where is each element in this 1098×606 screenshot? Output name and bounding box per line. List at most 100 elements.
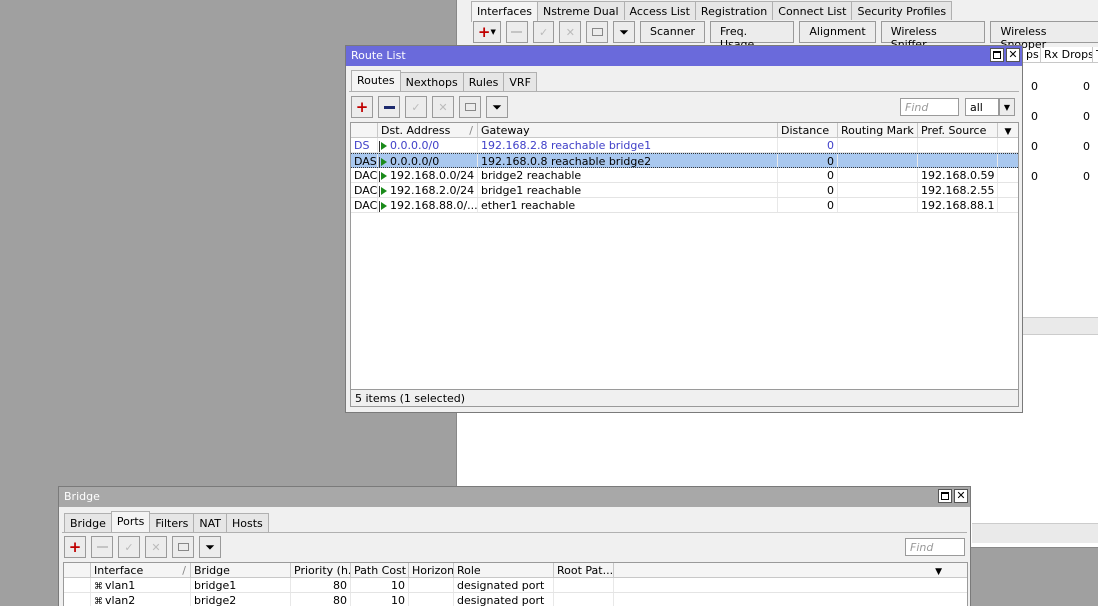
tab-security-profiles[interactable]: Security Profiles [851, 1, 953, 20]
disable-button[interactable]: ✕ [559, 21, 582, 43]
maximize-button[interactable] [990, 48, 1004, 62]
alignment-button[interactable]: Alignment [799, 21, 876, 43]
disable-button[interactable]: ✕ [432, 96, 454, 118]
maximize-button[interactable] [938, 489, 952, 503]
status-bar: 5 items (1 selected) [350, 389, 1019, 407]
table-header: Interface / Bridge Priority (h... Path Co… [64, 563, 967, 578]
col-flags[interactable] [64, 563, 91, 577]
wireless-snooper-button[interactable]: Wireless Snooper [990, 21, 1098, 51]
col-path-cost[interactable]: Path Cost [351, 563, 409, 577]
table-row-selected[interactable]: DAS 0.0.0.0/0 192.168.0.8 reachable brid… [351, 153, 1018, 168]
tab-interfaces[interactable]: Interfaces [471, 1, 538, 22]
tab-access-list[interactable]: Access List [623, 1, 696, 20]
add-dropdown-button[interactable]: + ▼ [473, 21, 501, 43]
filter-button[interactable]: ⏷ [613, 21, 636, 43]
col-routing-mark[interactable]: Routing Mark [838, 123, 918, 137]
table-row[interactable]: DAC 192.168.2.0/24 bridge1 reachable 0 1… [351, 183, 1018, 198]
cell-priority: 80 [291, 593, 351, 606]
route-list-window: Route List ✕ Routes Nexthops Rules VRF +… [345, 45, 1023, 413]
tab-connect-list[interactable]: Connect List [772, 1, 853, 20]
col-pref-source[interactable]: Pref. Source [918, 123, 998, 137]
find-input[interactable]: Find [905, 538, 965, 556]
dst-text: 192.168.0.0/24 [390, 169, 475, 182]
tab-hosts[interactable]: Hosts [226, 513, 269, 532]
scanner-button[interactable]: Scanner [640, 21, 706, 43]
close-button[interactable]: ✕ [954, 489, 968, 503]
comment-button[interactable] [586, 21, 609, 43]
cell-interface: ⌘ vlan1 [91, 578, 191, 592]
col-role[interactable]: Role [454, 563, 554, 577]
table-row[interactable]: DS 0.0.0.0/0 192.168.2.8 reachable bridg… [351, 138, 1018, 153]
cell-flags: DAC [351, 168, 378, 182]
col-t[interactable]: T [1093, 47, 1098, 62]
tab-bridge[interactable]: Bridge [64, 513, 112, 532]
comment-button[interactable] [172, 536, 194, 558]
col-rx-drops[interactable]: Rx Drops [1041, 47, 1093, 62]
tab-ports[interactable]: Ports [110, 511, 151, 532]
tab-routes[interactable]: Routes [351, 70, 401, 91]
col-priority[interactable]: Priority (h... [291, 563, 351, 577]
cell-dst: 192.168.2.0/24 [378, 183, 478, 197]
interfaces-row[interactable]: 00 [1023, 79, 1093, 94]
cell-gateway: 192.168.2.8 reachable bridge1 [478, 138, 778, 152]
col-bridge[interactable]: Bridge [191, 563, 291, 577]
comment-icon [464, 103, 476, 111]
wireless-sniffer-button[interactable]: Wireless Sniffer [880, 21, 986, 51]
table-row[interactable]: DAC 192.168.0.0/24 bridge2 reachable 0 1… [351, 168, 1018, 183]
col-distance[interactable]: Distance [778, 123, 838, 137]
interfaces-scrollbar[interactable] [1023, 317, 1098, 335]
enable-button[interactable]: ✓ [405, 96, 427, 118]
filter-select-dropdown[interactable]: ▼ [999, 98, 1015, 116]
cell-path-cost: 10 [351, 578, 409, 592]
table-row[interactable]: ⌘ vlan1 bridge1 80 10 designated port [64, 578, 967, 593]
tab-nexthops[interactable]: Nexthops [399, 72, 464, 91]
cell-flags [64, 593, 91, 606]
add-button[interactable]: + [351, 96, 373, 118]
columns-menu-button[interactable]: ▼ [998, 123, 1018, 137]
table-header: Dst. Address / Gateway Distance Routing M… [351, 123, 1018, 138]
col-flags[interactable] [351, 123, 378, 137]
col-dst-address[interactable]: Dst. Address / [378, 123, 478, 137]
route-list-titlebar[interactable]: Route List ✕ [346, 46, 1022, 66]
filter-select[interactable]: all [965, 98, 999, 116]
remove-button[interactable] [505, 21, 528, 43]
col-root-path-cost[interactable]: Root Pat... [554, 563, 614, 577]
freq-usage-button[interactable]: Freq. Usage [710, 21, 795, 51]
remove-button[interactable] [378, 96, 400, 118]
cell-distance: 0 [778, 198, 838, 212]
comment-button[interactable] [459, 96, 481, 118]
remove-button[interactable] [91, 536, 113, 558]
find-input[interactable]: Find [900, 98, 959, 116]
enable-button[interactable]: ✓ [532, 21, 555, 43]
col-interface[interactable]: Interface / [91, 563, 191, 577]
tab-rules[interactable]: Rules [462, 72, 505, 91]
cell-mark [838, 198, 918, 212]
bridge-titlebar[interactable]: Bridge ✕ [59, 487, 970, 507]
tab-vrf[interactable]: VRF [503, 72, 537, 91]
add-button[interactable]: + [64, 536, 86, 558]
interfaces-row[interactable]: 00 [1023, 139, 1093, 154]
col-gateway[interactable]: Gateway [478, 123, 778, 137]
tab-nstreme-dual[interactable]: Nstreme Dual [536, 1, 625, 20]
cell-dst: 192.168.0.0/24 [378, 168, 478, 182]
col-tx-drops[interactable]: ps [1023, 47, 1041, 62]
tab-registration[interactable]: Registration [694, 1, 774, 20]
filter-button[interactable]: ⏷ [199, 536, 221, 558]
close-button[interactable]: ✕ [1006, 48, 1020, 62]
maximize-icon [941, 492, 949, 500]
interfaces-row[interactable]: 00 [1023, 169, 1093, 184]
dst-text: 192.168.2.0/24 [390, 184, 475, 197]
filter-button[interactable]: ⏷ [486, 96, 508, 118]
table-row[interactable]: ⌘ vlan2 bridge2 80 10 designated port [64, 593, 967, 606]
col-horizon[interactable]: Horizon [409, 563, 454, 577]
table-row[interactable]: DAC 192.168.88.0/... ether1 reachable 0 … [351, 198, 1018, 213]
routes-table: Dst. Address / Gateway Distance Routing M… [350, 122, 1019, 390]
tab-filters[interactable]: Filters [149, 513, 195, 532]
tab-nat[interactable]: NAT [193, 513, 228, 532]
enable-button[interactable]: ✓ [118, 536, 140, 558]
chevron-down-icon[interactable]: ▼ [935, 567, 946, 577]
disable-button[interactable]: ✕ [145, 536, 167, 558]
cell-priority: 80 [291, 578, 351, 592]
maximize-icon [993, 51, 1001, 59]
interfaces-row[interactable]: 00 [1023, 109, 1093, 124]
